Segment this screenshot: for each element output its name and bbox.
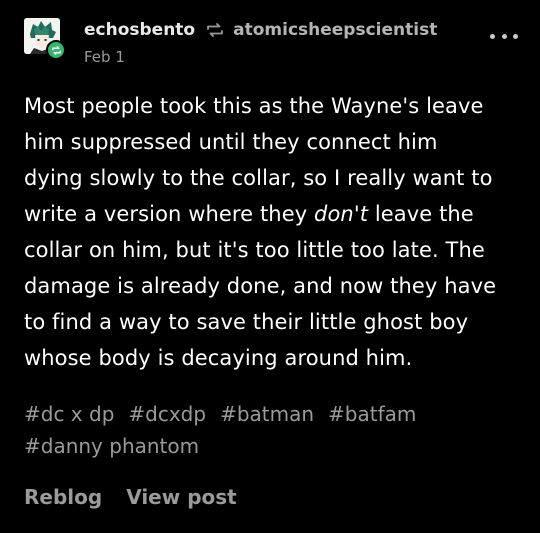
body-line: collar on him, but it's too little too l…	[24, 238, 485, 262]
body-text-segment: leave the	[368, 202, 474, 226]
body-line: write a version where they don't leave t…	[24, 196, 520, 232]
body-emphasis: don't	[314, 202, 369, 226]
body-line: whose body is decaying around him.	[24, 346, 413, 370]
reblog-icon	[46, 40, 66, 60]
body-line: to find a way to save their little ghost…	[24, 310, 469, 334]
post-tags: #dc x dp #dcxdp #batman #batfam #danny phan…	[24, 398, 520, 462]
body-line: damage is already done, and now they hav…	[24, 274, 497, 298]
more-dot	[513, 33, 518, 39]
body-text-segment: write a version where they	[24, 202, 315, 226]
post-header: echosbento atomicsheepscientist Feb 1	[24, 18, 520, 68]
post-attribution: echosbento atomicsheepscientist	[84, 20, 437, 40]
reblog-arrows-icon	[205, 22, 225, 38]
more-dots-icon[interactable]	[490, 30, 518, 42]
tag-link[interactable]: #dcxdp	[128, 402, 206, 426]
view-post-button[interactable]: View post	[126, 485, 237, 509]
body-line: dying slowly to the collar, so I really …	[24, 166, 493, 190]
post-card: echosbento atomicsheepscientist Feb 1 Mo…	[0, 0, 540, 533]
body-line: Most people took this as the Wayne's lea…	[24, 94, 484, 118]
more-dot	[490, 33, 495, 39]
reblogged-from-name[interactable]: atomicsheepscientist	[233, 20, 437, 40]
reblog-badge-glyph	[51, 45, 61, 55]
more-dot	[501, 33, 507, 39]
post-date[interactable]: Feb 1	[84, 48, 125, 66]
tag-link[interactable]: #dc x dp	[24, 402, 114, 426]
reblog-button[interactable]: Reblog	[24, 485, 102, 509]
post-body: Most people took this as the Wayne's lea…	[24, 88, 520, 376]
post-actions: Reblog View post	[24, 485, 261, 509]
tag-link[interactable]: #batman	[220, 402, 314, 426]
avatar-wrapper[interactable]	[24, 18, 66, 60]
body-line: him suppressed until they connect him	[24, 130, 438, 154]
author-name[interactable]: echosbento	[84, 20, 195, 40]
tag-link[interactable]: #batfam	[328, 402, 416, 426]
tag-link[interactable]: #danny phantom	[24, 434, 199, 458]
